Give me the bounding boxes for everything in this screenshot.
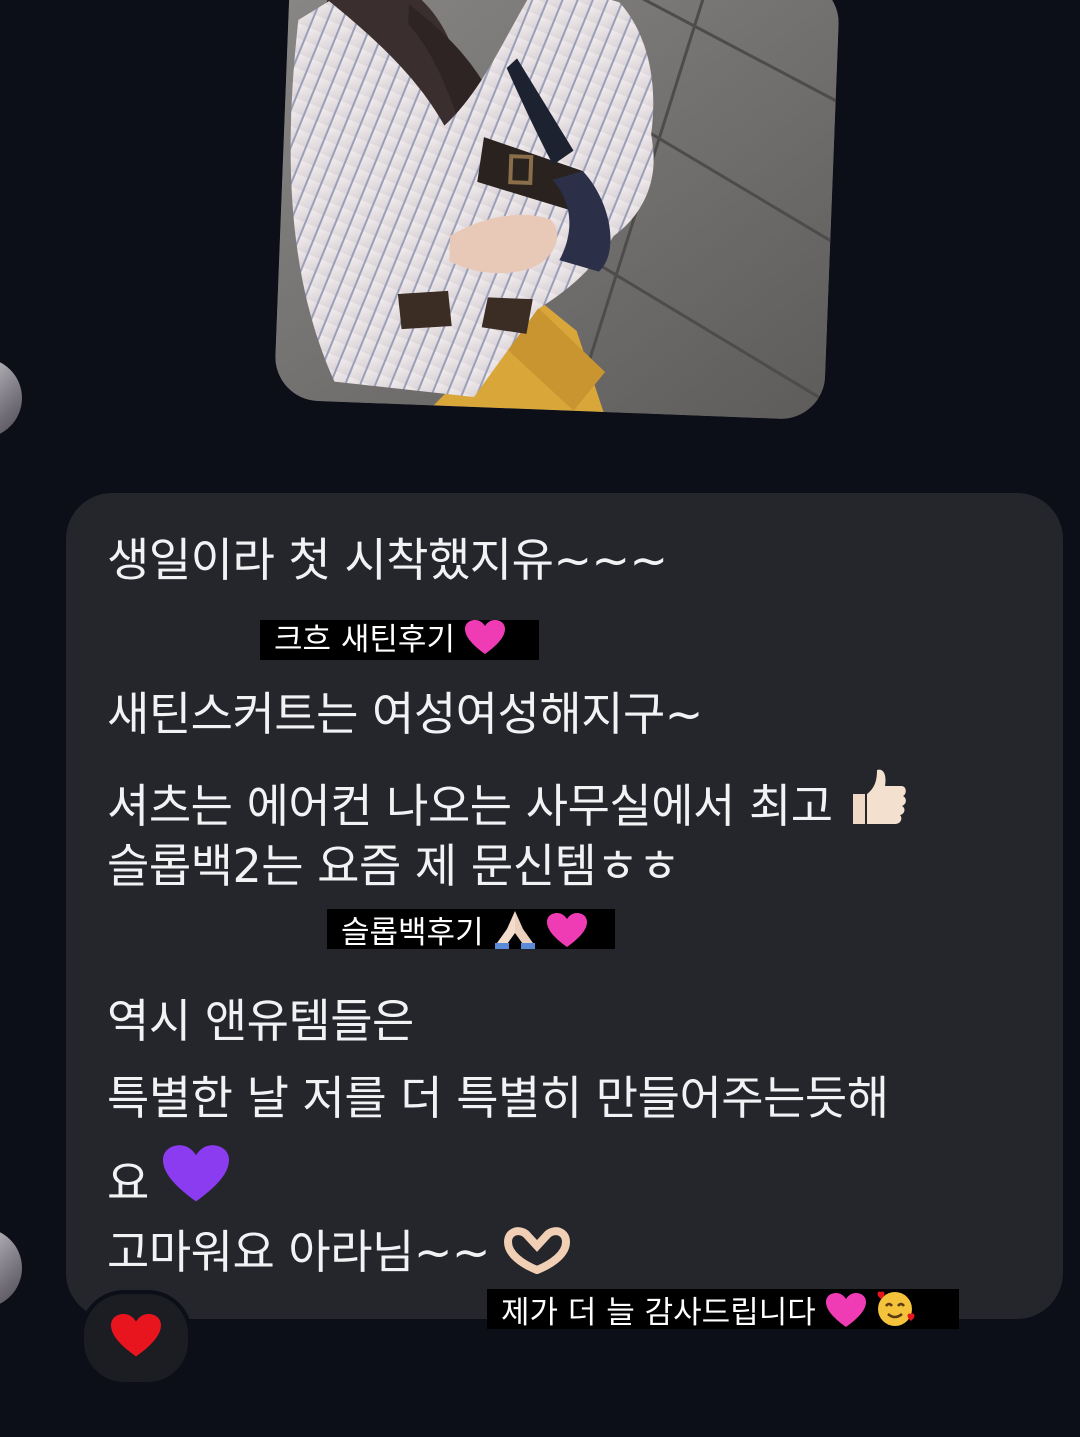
caption-overlay: 크흐 새틴후기 [260,620,539,660]
message-line: 생일이라 첫 시착했지유~~~ [107,533,668,587]
reaction-badge[interactable] [80,1290,192,1386]
caption-overlay: 제가 더 늘 감사드립니다 [487,1289,959,1331]
pink-heart-icon [825,1293,866,1339]
pink-heart-icon [464,620,505,666]
message-line: 슬롭백2는 요즘 제 문신템ㅎㅎ [107,839,680,893]
caption-overlay: 슬롭백후기 [327,909,615,951]
pink-heart-icon [547,913,588,959]
red-heart-icon [111,1313,161,1363]
thumbs-up-icon [847,766,909,835]
photo-image [273,0,841,421]
purple-heart-icon [162,1145,229,1212]
message-line: 셔츠는 에어컨 나오는 사무실에서 최고 [107,766,909,835]
message-line: 새틴스커트는 여성여성해지구~ [107,687,703,741]
chat-screen: 생일이라 첫 시착했지유~~~ 크흐 새틴후기 새틴스커트는 여성여성해지구~ … [0,0,1080,1437]
folded-hands-icon [493,909,537,959]
sender-avatar[interactable] [0,358,22,438]
message-line: 특별한 날 저를 더 특별히 만들어주는듯해 [107,1071,889,1125]
sender-avatar-2[interactable] [0,1228,22,1308]
message-line: 역시 앤유템들은 [107,994,414,1048]
message-line: 요 [107,1145,229,1212]
smiling-face-with-hearts-icon [875,1289,915,1339]
message-line: 고마워요 아라님~~ [107,1224,571,1281]
heart-hands-icon [504,1224,571,1281]
photo-message[interactable] [273,0,841,421]
